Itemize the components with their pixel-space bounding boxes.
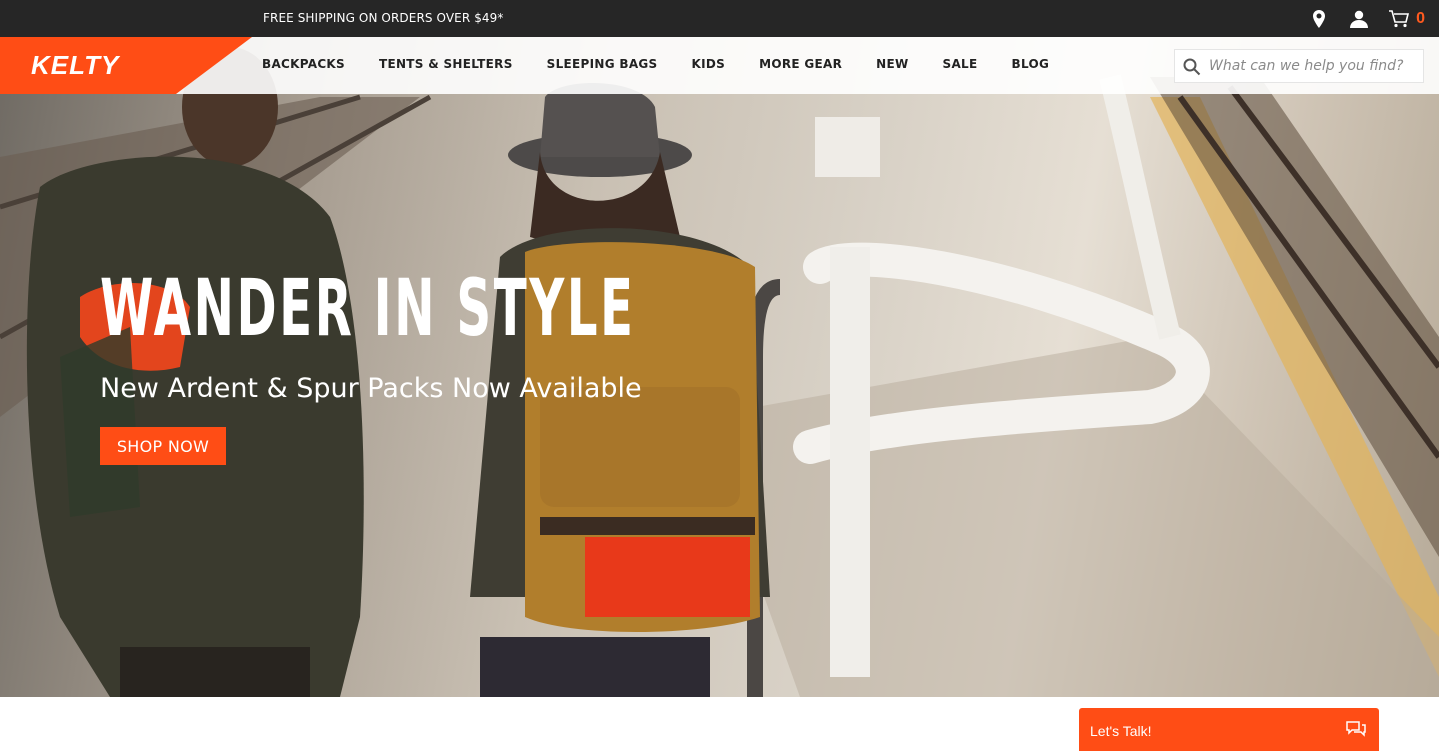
nav-item-more-gear[interactable]: MORE GEAR [759,57,842,71]
utility-links: 0 [1308,8,1425,30]
account-icon[interactable] [1348,8,1370,30]
hero-headline: WANDER IN STYLE [100,264,636,354]
chat-label[interactable]: Let's Talk! [1090,723,1152,739]
hero-banner[interactable] [0,37,1439,697]
hero-photo [0,47,1439,697]
chat-bubbles-icon[interactable] [1345,720,1367,744]
nav-item-backpacks[interactable]: BACKPACKS [262,57,345,71]
search-icon[interactable] [1183,58,1201,80]
chat-widget[interactable]: Let's Talk! [1079,708,1379,751]
nav-item-tents-shelters[interactable]: TENTS & SHELTERS [379,57,513,71]
cart-icon[interactable] [1388,8,1410,30]
logo-wordmark[interactable]: KELTY [31,50,119,81]
hero-subhead: New Ardent & Spur Packs Now Available [100,373,642,404]
location-pin-icon[interactable] [1308,8,1330,30]
nav-item-sale[interactable]: SALE [943,57,978,71]
promo-bar: FREE SHIPPING ON ORDERS OVER $49* 0 [0,0,1439,37]
nav-item-blog[interactable]: BLOG [1012,57,1050,71]
search-box[interactable] [1174,49,1424,83]
shop-now-button[interactable]: SHOP NOW [100,427,226,465]
nav-item-kids[interactable]: KIDS [692,57,726,71]
cart-count[interactable]: 0 [1416,10,1425,28]
nav-item-new[interactable]: NEW [876,57,908,71]
promo-text: FREE SHIPPING ON ORDERS OVER $49* [263,11,504,25]
nav-item-sleeping-bags[interactable]: SLEEPING BAGS [547,57,658,71]
primary-nav: BACKPACKS TENTS & SHELTERS SLEEPING BAGS… [262,57,1083,71]
search-input[interactable] [1209,55,1417,77]
